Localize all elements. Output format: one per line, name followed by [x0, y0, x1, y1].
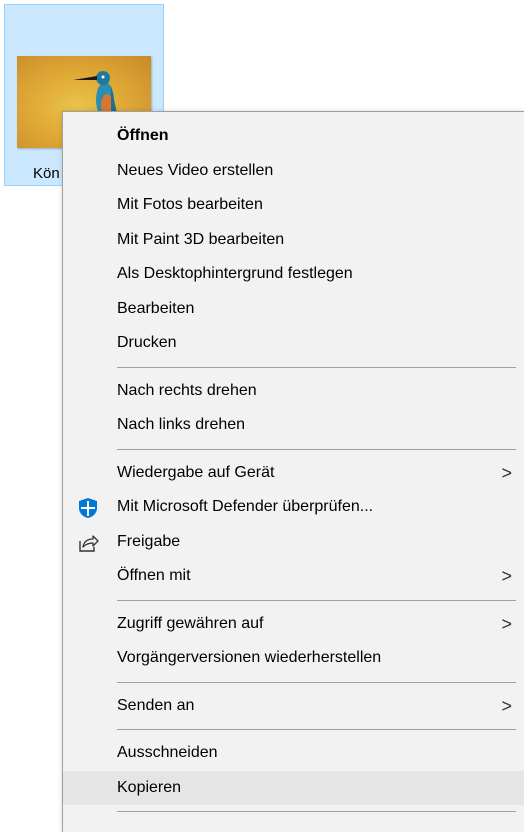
menu-item-neues-video[interactable]: Neues Video erstellen: [63, 154, 524, 189]
menu-item-mit-fotos-bearbeiten[interactable]: Mit Fotos bearbeiten: [63, 188, 524, 223]
menu-separator: [117, 366, 516, 368]
menu-item-kopieren[interactable]: Kopieren: [63, 770, 524, 805]
menu-separator: [117, 599, 516, 601]
menu-separator: [117, 448, 516, 450]
chevron-right-icon: >: [501, 566, 512, 586]
defender-shield-icon: [77, 497, 99, 519]
menu-item-wiedergabe-auf-geraet[interactable]: Wiedergabe auf Gerät >: [63, 456, 524, 491]
chevron-right-icon: >: [501, 462, 512, 483]
menu-item-nach-links-drehen[interactable]: Nach links drehen: [63, 408, 524, 443]
context-menu: Öffnen Neues Video erstellen Mit Fotos b…: [62, 111, 524, 832]
menu-separator: [117, 811, 516, 812]
menu-item-mit-paint-3d[interactable]: Mit Paint 3D bearbeiten: [63, 223, 524, 258]
menu-item-defender-scan[interactable]: Mit Microsoft Defender überprüfen...: [63, 490, 524, 525]
menu-item-ausschneiden[interactable]: Ausschneiden: [63, 736, 524, 771]
menu-item-oeffnen-mit[interactable]: Öffnen mit >: [63, 559, 524, 594]
share-icon: [77, 532, 99, 554]
menu-item-nach-rechts-drehen[interactable]: Nach rechts drehen: [63, 374, 524, 409]
menu-item-freigabe[interactable]: Freigabe: [63, 525, 524, 560]
menu-item-oeffnen[interactable]: Öffnen: [63, 119, 524, 154]
chevron-right-icon: >: [501, 613, 512, 634]
chevron-right-icon: >: [501, 695, 512, 716]
menu-item-senden-an[interactable]: Senden an >: [63, 689, 524, 724]
menu-item-zugriff-gewaehren[interactable]: Zugriff gewähren auf >: [63, 607, 524, 642]
desktop: Kön Öffnen Neues Video erstellen Mit Fot…: [0, 0, 524, 832]
menu-item-desktophintergrund[interactable]: Als Desktophintergrund festlegen: [63, 257, 524, 292]
menu-separator: [117, 681, 516, 683]
menu-item-drucken[interactable]: Drucken: [63, 326, 524, 361]
menu-item-bearbeiten[interactable]: Bearbeiten: [63, 292, 524, 327]
menu-separator: [117, 729, 516, 730]
menu-item-vorgaengerversionen[interactable]: Vorgängerversionen wiederherstellen: [63, 641, 524, 676]
